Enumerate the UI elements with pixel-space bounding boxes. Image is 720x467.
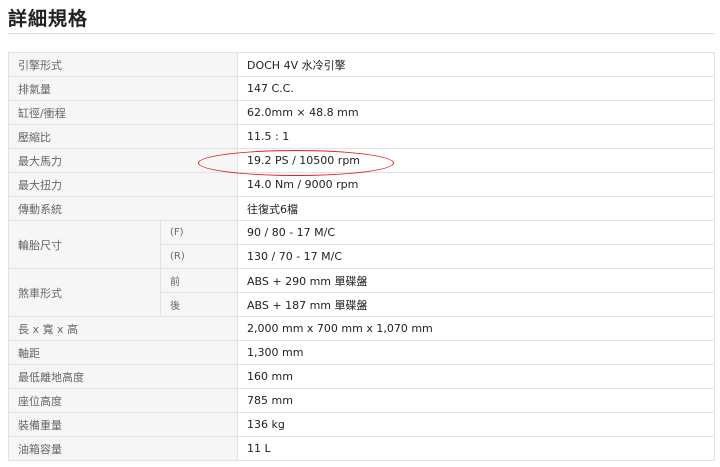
spec-value-brake-rear: ABS + 187 mm 單碟盤 (237, 292, 715, 317)
page-title: 詳細規格 (8, 8, 89, 30)
spec-sub-tire-rear: (R) (160, 244, 238, 269)
table-row: 排氣量 147 C.C. (8, 76, 715, 101)
spec-value-dimensions: 2,000 mm x 700 mm x 1,070 mm (237, 316, 715, 341)
spec-value-tire-rear: 130 / 70 - 17 M/C (237, 244, 715, 269)
table-row: 壓縮比 11.5 : 1 (8, 124, 715, 149)
spec-page: 詳細規格 引擎形式 DOCH 4V 水冷引擎 排氣量 147 C.C. 缸徑/衝… (0, 0, 720, 467)
spec-label-brake: 煞車形式 (8, 268, 161, 317)
spec-value-displacement: 147 C.C. (237, 76, 715, 101)
table-row: 裝備重量 136 kg (8, 412, 715, 437)
table-row: 最低離地高度 160 mm (8, 364, 715, 389)
spec-label-dimensions: 長 x 寬 x 高 (8, 316, 238, 341)
spec-label-max-power: 最大馬力 (8, 148, 238, 173)
spec-value-fuel-capacity: 11 L (237, 436, 715, 461)
spec-sub-brake-rear: 後 (160, 292, 238, 317)
spec-label-tire: 輪胎尺寸 (8, 220, 161, 269)
spec-table: 引擎形式 DOCH 4V 水冷引擎 排氣量 147 C.C. 缸徑/衝程 62.… (8, 52, 715, 461)
table-row: 座位高度 785 mm (8, 388, 715, 413)
title-divider (8, 33, 714, 34)
spec-value-max-torque: 14.0 Nm / 9000 rpm (237, 172, 715, 197)
spec-value-bore-stroke: 62.0mm × 48.8 mm (237, 100, 715, 125)
table-row: 傳動系統 往復式6檔 (8, 196, 715, 221)
spec-value-wheelbase: 1,300 mm (237, 340, 715, 365)
spec-value-compression: 11.5 : 1 (237, 124, 715, 149)
table-row: 油箱容量 11 L (8, 436, 715, 461)
spec-label-seat-height: 座位高度 (8, 388, 238, 413)
table-row: 長 x 寬 x 高 2,000 mm x 700 mm x 1,070 mm (8, 316, 715, 341)
spec-value-tire-front: 90 / 80 - 17 M/C (237, 220, 715, 245)
table-row: 缸徑/衝程 62.0mm × 48.8 mm (8, 100, 715, 125)
spec-value-seat-height: 785 mm (237, 388, 715, 413)
spec-label-compression: 壓縮比 (8, 124, 238, 149)
table-row: 軸距 1,300 mm (8, 340, 715, 365)
table-row: 輪胎尺寸 (F) 90 / 80 - 17 M/C (8, 220, 715, 269)
spec-label-transmission: 傳動系統 (8, 196, 238, 221)
spec-value-max-power: 19.2 PS / 10500 rpm (237, 148, 715, 173)
spec-value-transmission: 往復式6檔 (237, 196, 715, 221)
spec-label-curb-weight: 裝備重量 (8, 412, 238, 437)
spec-value-ground-clearance: 160 mm (237, 364, 715, 389)
spec-label-ground-clearance: 最低離地高度 (8, 364, 238, 389)
spec-label-bore-stroke: 缸徑/衝程 (8, 100, 238, 125)
spec-value-curb-weight: 136 kg (237, 412, 715, 437)
table-row: 煞車形式 前 ABS + 290 mm 單碟盤 (8, 268, 715, 317)
spec-sub-tire-front: (F) (160, 220, 238, 245)
spec-label-wheelbase: 軸距 (8, 340, 238, 365)
table-row: 最大馬力 19.2 PS / 10500 rpm (8, 148, 715, 173)
table-row: 最大扭力 14.0 Nm / 9000 rpm (8, 172, 715, 197)
spec-label-displacement: 排氣量 (8, 76, 238, 101)
spec-sub-brake-front: 前 (160, 268, 238, 293)
spec-label-fuel-capacity: 油箱容量 (8, 436, 238, 461)
spec-label-max-torque: 最大扭力 (8, 172, 238, 197)
spec-value-brake-front: ABS + 290 mm 單碟盤 (237, 268, 715, 293)
spec-label-engine-type: 引擎形式 (8, 52, 238, 77)
table-row: 引擎形式 DOCH 4V 水冷引擎 (8, 52, 715, 77)
spec-value-engine-type: DOCH 4V 水冷引擎 (237, 52, 715, 77)
